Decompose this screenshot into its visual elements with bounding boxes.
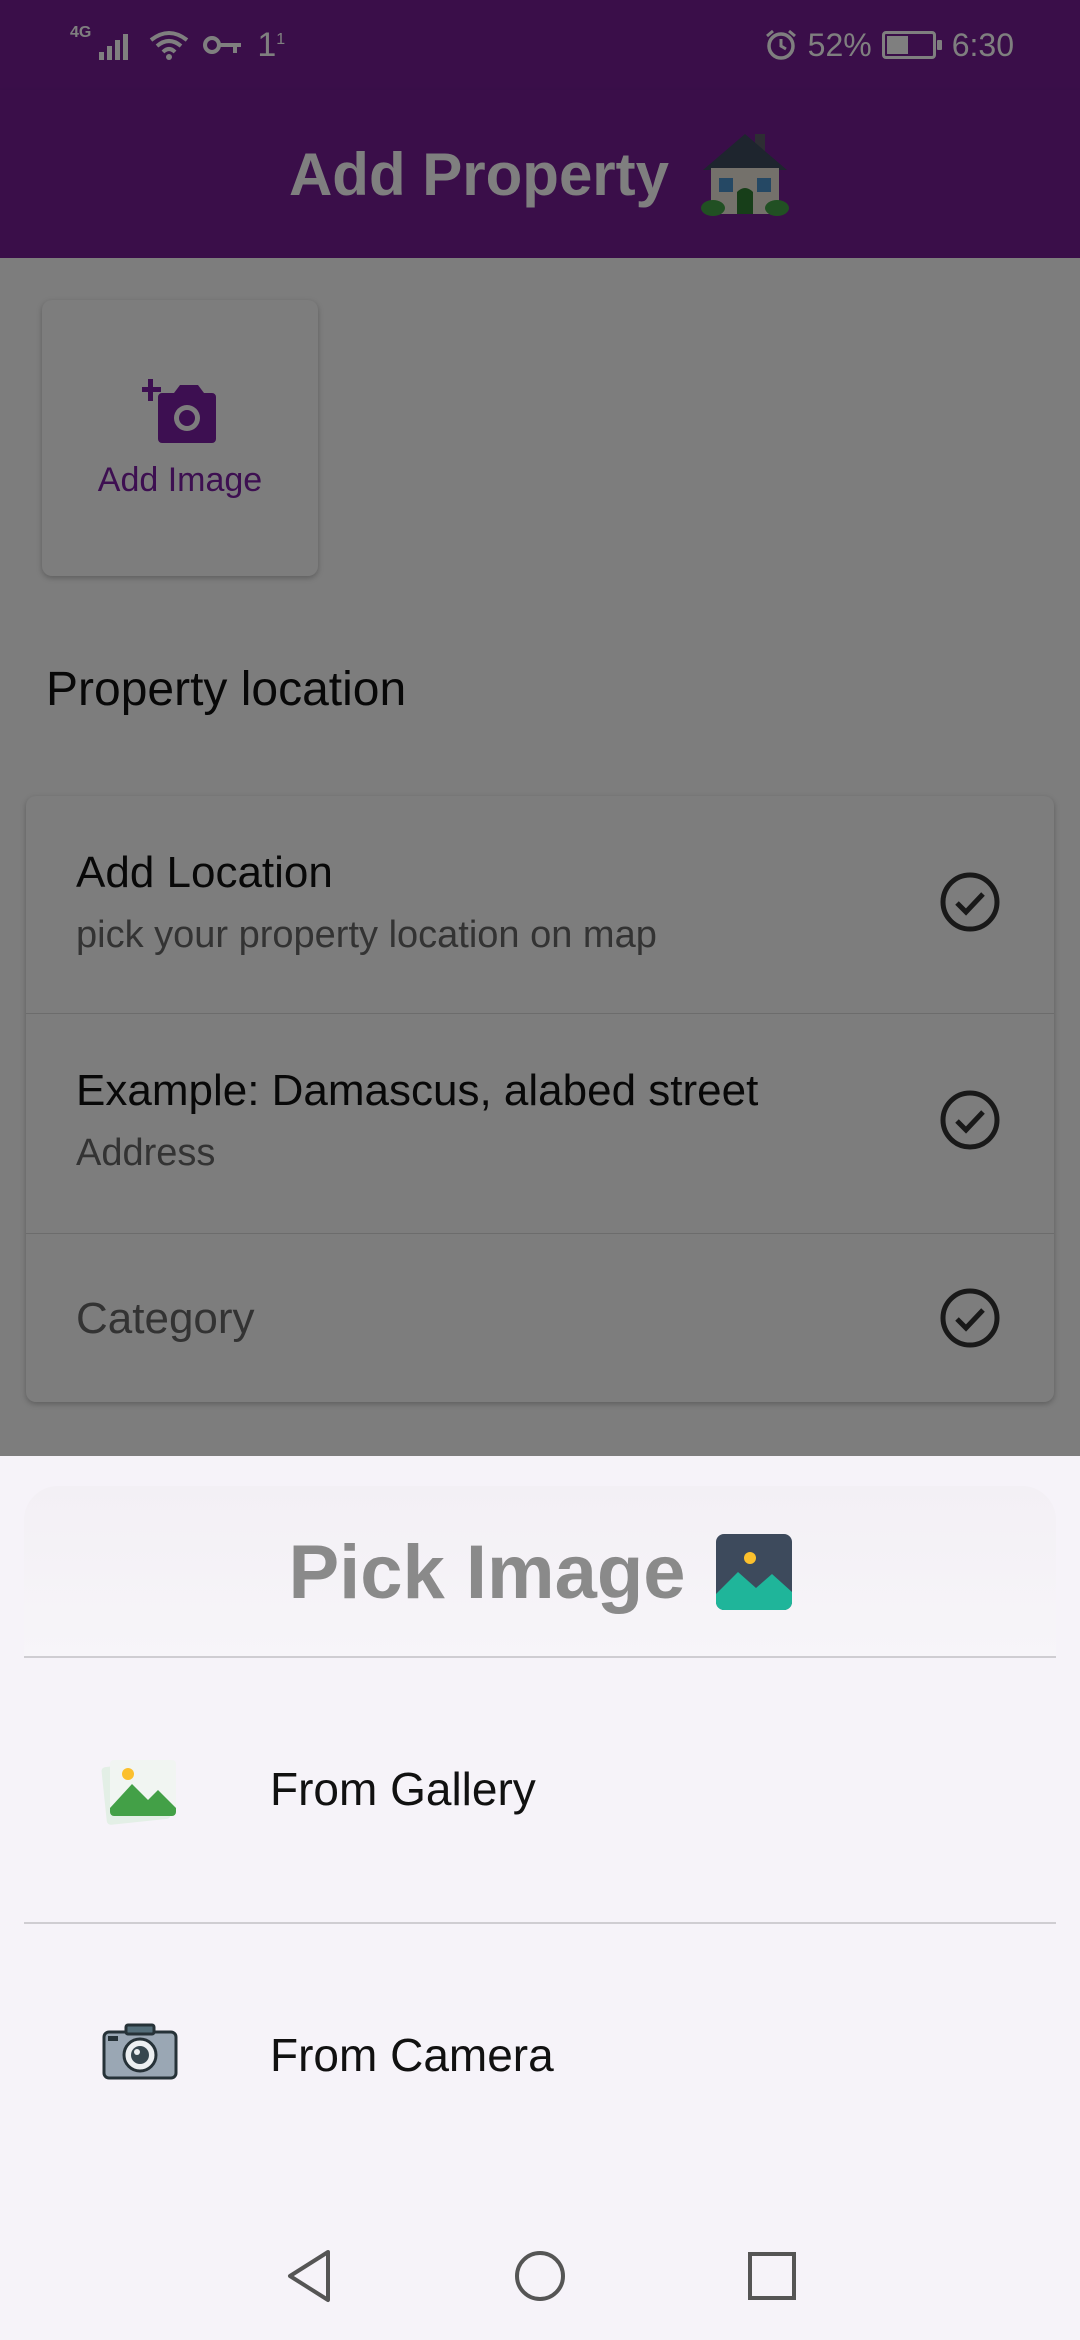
option-label: From Camera [270, 2029, 554, 2081]
from-gallery-option[interactable]: From Gallery [0, 1658, 1080, 1920]
system-nav-bar [0, 2214, 1080, 2340]
back-icon[interactable] [282, 2248, 336, 2304]
recents-icon[interactable] [744, 2248, 800, 2304]
gallery-icon [101, 1760, 176, 1825]
sheet-header: Pick Image [24, 1486, 1056, 1658]
camera-icon [102, 2023, 178, 2080]
landscape-picture-icon [715, 1534, 792, 1610]
option-label: From Gallery [270, 1763, 536, 1815]
modal-scrim[interactable] [0, 0, 1080, 1456]
sheet-title: Pick Image [288, 1529, 686, 1615]
from-camera-option[interactable]: From Camera [0, 1924, 1080, 2186]
pick-image-sheet: Pick Image From Gallery From Camera [0, 1456, 1080, 2214]
home-icon[interactable] [512, 2248, 568, 2304]
